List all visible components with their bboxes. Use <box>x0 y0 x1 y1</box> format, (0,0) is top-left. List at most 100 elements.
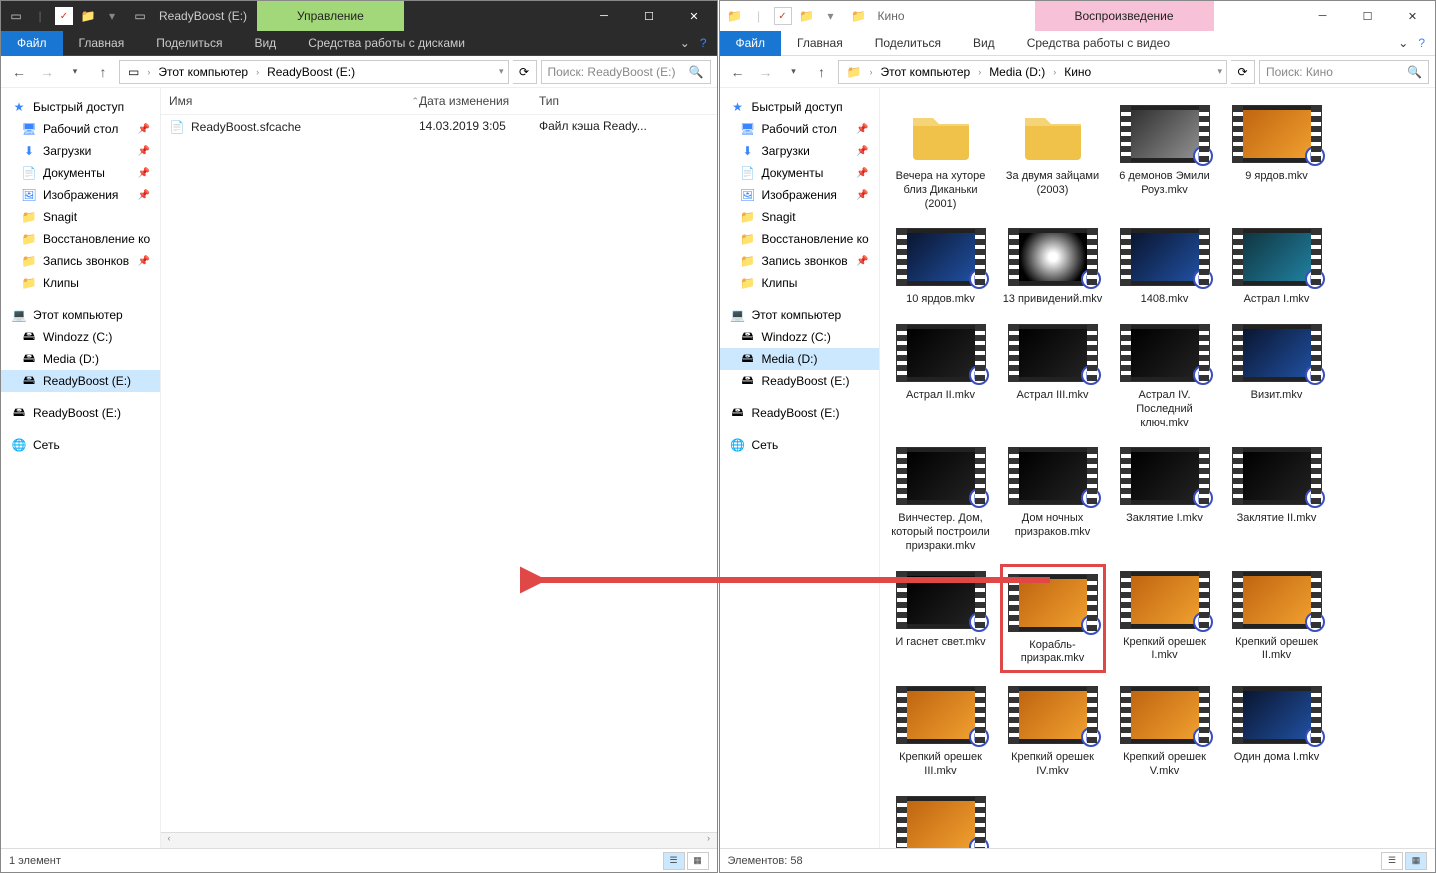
nav-pictures[interactable]: 🖼Изображения📌 <box>720 184 879 206</box>
view-details-button[interactable]: ☰ <box>1381 852 1403 870</box>
qat-down-icon[interactable]: ▾ <box>103 7 121 25</box>
video-item[interactable]: ▶Крепкий орешек IV.mkv <box>1000 679 1106 783</box>
view-details-button[interactable]: ☰ <box>663 852 685 870</box>
horizontal-scrollbar[interactable]: ‹ › <box>161 832 717 848</box>
nav-quick-access[interactable]: ★Быстрый доступ <box>1 96 160 118</box>
context-tab-playback[interactable]: Воспроизведение <box>1035 1 1214 31</box>
close-button[interactable]: ✕ <box>672 1 717 31</box>
nav-readyboost[interactable]: 🖴ReadyBoost (E:) <box>1 370 160 392</box>
video-item[interactable]: ▶9 ярдов.mkv <box>1224 98 1330 215</box>
address-dropdown-icon[interactable]: ▾ <box>1217 66 1222 77</box>
nav-forward-button[interactable]: → <box>35 60 59 84</box>
nav-recent-button[interactable]: ▾ <box>63 60 87 84</box>
nav-clips[interactable]: 📁Клипы <box>720 272 879 294</box>
ribbon-help-icon[interactable]: ? <box>1418 36 1425 50</box>
view-icons-button[interactable]: ▦ <box>687 852 709 870</box>
nav-network[interactable]: 🌐Сеть <box>720 434 879 456</box>
search-input[interactable]: Поиск: ReadyBoost (E:) 🔍 <box>541 60 711 84</box>
maximize-button[interactable]: ☐ <box>627 1 672 31</box>
nav-windozz[interactable]: 🖴Windozz (C:) <box>720 326 879 348</box>
ribbon-expand-icon[interactable]: ⌄ <box>680 36 690 50</box>
search-input[interactable]: Поиск: Кино 🔍 <box>1259 60 1429 84</box>
close-button[interactable]: ✕ <box>1390 1 1435 31</box>
nav-readyboost-ext[interactable]: 🖴ReadyBoost (E:) <box>1 402 160 424</box>
nav-readyboost[interactable]: 🖴ReadyBoost (E:) <box>720 370 879 392</box>
file-row[interactable]: 📄ReadyBoost.sfcache14.03.2019 3:05Файл к… <box>161 115 717 139</box>
video-item[interactable]: ▶Астрал II.mkv <box>888 317 994 434</box>
nav-documents[interactable]: 📄Документы📌 <box>720 162 879 184</box>
breadcrumb-drive-icon[interactable]: ▭ <box>124 63 143 81</box>
search-icon[interactable]: 🔍 <box>1407 65 1422 79</box>
video-item[interactable]: ▶Один дома II.mkv <box>888 789 994 849</box>
nav-downloads[interactable]: ⬇Загрузки📌 <box>720 140 879 162</box>
minimize-button[interactable]: ─ <box>1300 1 1345 31</box>
refresh-button[interactable]: ⟳ <box>1231 60 1255 84</box>
qat-checkbox-icon[interactable]: ✓ <box>774 7 792 25</box>
qat-folder-icon[interactable]: 📁 <box>798 7 816 25</box>
scroll-right-icon[interactable]: › <box>701 833 717 848</box>
nav-network[interactable]: 🌐Сеть <box>1 434 160 456</box>
nav-callrec[interactable]: 📁Запись звонков📌 <box>1 250 160 272</box>
qat-down-icon[interactable]: ▾ <box>822 7 840 25</box>
video-item[interactable]: ▶Крепкий орешек I.mkv <box>1112 564 1218 674</box>
video-item[interactable]: ▶Астрал III.mkv <box>1000 317 1106 434</box>
video-item[interactable]: ▶13 привидений.mkv <box>1000 221 1106 311</box>
video-item[interactable]: ▶Астрал I.mkv <box>1224 221 1330 311</box>
nav-up-button[interactable]: ↑ <box>810 60 834 84</box>
ribbon-tab-view[interactable]: Вид <box>238 32 292 54</box>
ribbon-tab-tools[interactable]: Средства работы с видео <box>1011 32 1186 54</box>
breadcrumb-kino[interactable]: Кино <box>1060 63 1095 81</box>
refresh-button[interactable]: ⟳ <box>513 60 537 84</box>
ribbon-expand-icon[interactable]: ⌄ <box>1398 36 1408 50</box>
breadcrumb-media[interactable]: Media (D:) <box>985 63 1049 81</box>
folder-item[interactable]: Вечера на хуторе близ Диканьки (2001) <box>888 98 994 215</box>
nav-restore[interactable]: 📁Восстановление ко <box>720 228 879 250</box>
breadcrumb-pc[interactable]: Этот компьютер <box>154 63 252 81</box>
video-item[interactable]: ▶Заклятие I.mkv <box>1112 440 1218 557</box>
nav-callrec[interactable]: 📁Запись звонков📌 <box>720 250 879 272</box>
nav-pictures[interactable]: 🖼Изображения📌 <box>1 184 160 206</box>
nav-snagit[interactable]: 📁Snagit <box>720 206 879 228</box>
video-item[interactable]: ▶Крепкий орешек III.mkv <box>888 679 994 783</box>
video-item[interactable]: ▶Астрал IV. Последний ключ.mkv <box>1112 317 1218 434</box>
breadcrumb-folder-icon[interactable]: 📁 <box>843 63 866 81</box>
minimize-button[interactable]: ─ <box>582 1 627 31</box>
nav-this-pc[interactable]: 💻Этот компьютер <box>1 304 160 326</box>
nav-this-pc[interactable]: 💻Этот компьютер <box>720 304 879 326</box>
ribbon-file-tab[interactable]: Файл <box>720 31 782 56</box>
video-item[interactable]: ▶И гаснет свет.mkv <box>888 564 994 674</box>
nav-quick-access[interactable]: ★Быстрый доступ <box>720 96 879 118</box>
ribbon-file-tab[interactable]: Файл <box>1 31 63 56</box>
scroll-left-icon[interactable]: ‹ <box>161 833 177 848</box>
qat-checkbox-icon[interactable]: ✓ <box>55 7 73 25</box>
ribbon-tab-tools[interactable]: Средства работы с дисками <box>292 32 481 54</box>
nav-desktop[interactable]: 🖥Рабочий стол📌 <box>1 118 160 140</box>
address-dropdown-icon[interactable]: ▾ <box>499 66 504 77</box>
nav-media[interactable]: 🖴Media (D:) <box>720 348 879 370</box>
nav-windozz[interactable]: 🖴Windozz (C:) <box>1 326 160 348</box>
view-icons-button[interactable]: ▦ <box>1405 852 1427 870</box>
ribbon-tab-share[interactable]: Поделиться <box>859 32 957 54</box>
video-item[interactable]: ▶Визит.mkv <box>1224 317 1330 434</box>
nav-recent-button[interactable]: ▾ <box>782 60 806 84</box>
video-item[interactable]: ▶Корабль-призрак.mkv <box>1000 564 1106 674</box>
video-item[interactable]: ▶Дом ночных призраков.mkv <box>1000 440 1106 557</box>
nav-up-button[interactable]: ↑ <box>91 60 115 84</box>
video-item[interactable]: ▶6 демонов Эмили Роуз.mkv <box>1112 98 1218 215</box>
qat-folder-icon[interactable]: 📁 <box>79 7 97 25</box>
breadcrumb-pc[interactable]: Этот компьютер <box>876 63 974 81</box>
titlebar[interactable]: ▭ | ✓ 📁 ▾ ▭ ReadyBoost (E:) Управление ─… <box>1 1 717 31</box>
col-name[interactable]: Имя⌃ <box>169 94 419 108</box>
nav-clips[interactable]: 📁Клипы <box>1 272 160 294</box>
nav-back-button[interactable]: ← <box>726 60 750 84</box>
breadcrumb-drive[interactable]: ReadyBoost (E:) <box>263 63 359 81</box>
video-item[interactable]: ▶10 ярдов.mkv <box>888 221 994 311</box>
col-type[interactable]: Тип <box>539 94 709 108</box>
video-item[interactable]: ▶Крепкий орешек II.mkv <box>1224 564 1330 674</box>
nav-readyboost-ext[interactable]: 🖴ReadyBoost (E:) <box>720 402 879 424</box>
nav-documents[interactable]: 📄Документы📌 <box>1 162 160 184</box>
video-item[interactable]: ▶Винчестер. Дом, который построили призр… <box>888 440 994 557</box>
nav-snagit[interactable]: 📁Snagit <box>1 206 160 228</box>
ribbon-help-icon[interactable]: ? <box>700 36 707 50</box>
video-item[interactable]: ▶Заклятие II.mkv <box>1224 440 1330 557</box>
